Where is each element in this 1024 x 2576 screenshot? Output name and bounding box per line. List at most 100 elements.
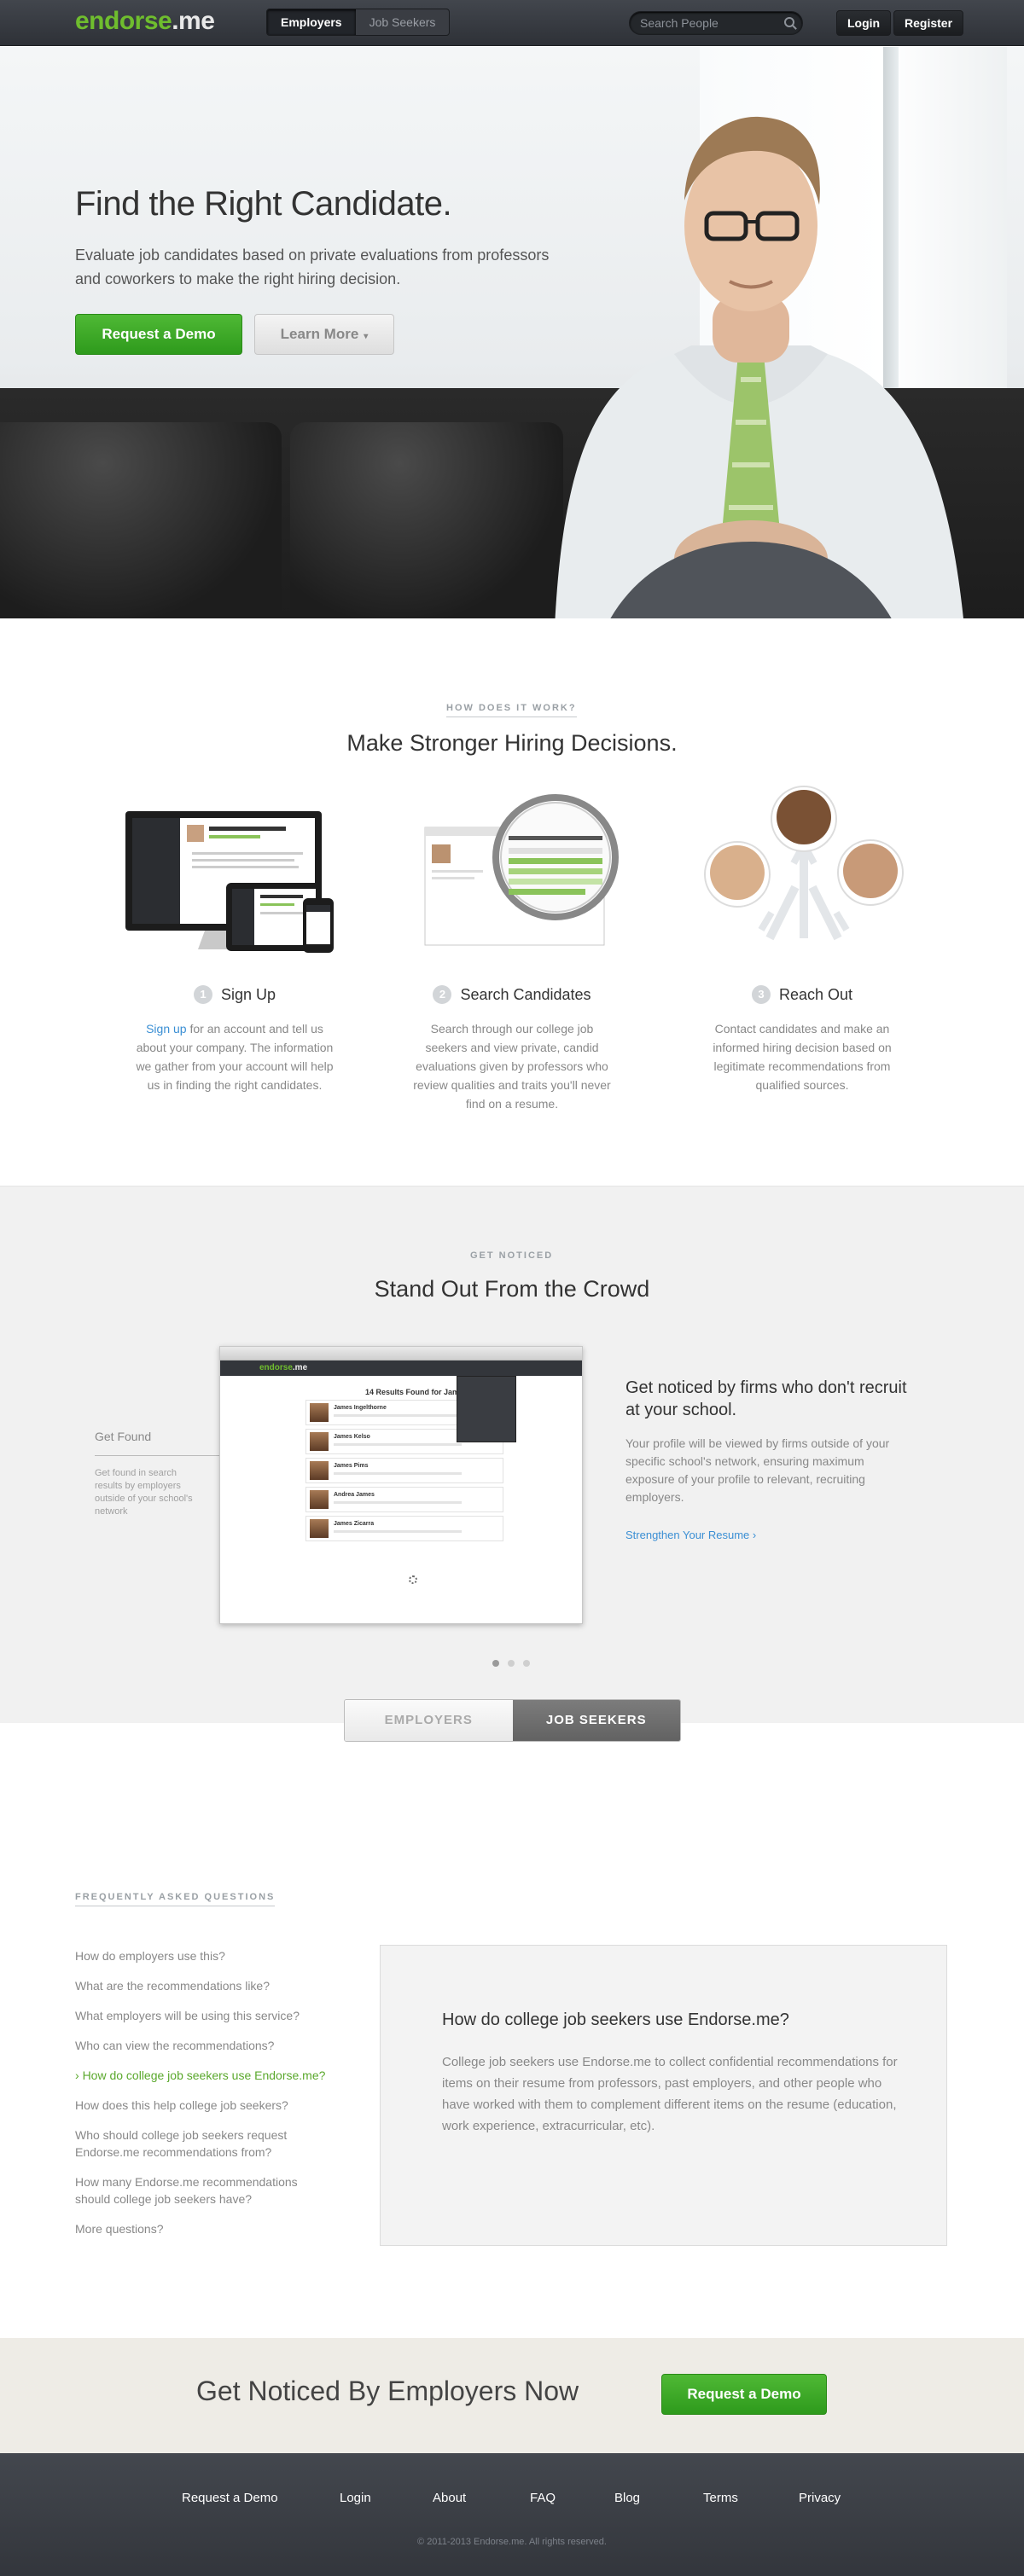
footer-link-login[interactable]: Login [340,2491,371,2505]
learn-more-button[interactable]: Learn More ▾ [254,314,394,355]
footer-link-faq[interactable]: FAQ [530,2491,556,2505]
strengthen-resume-link[interactable]: Strengthen Your Resume › [625,1529,756,1541]
footer-link-request-demo[interactable]: Request a Demo [182,2491,278,2505]
step-title: Reach Out [778,985,853,1003]
step-description: Search through our college job seekers a… [413,1022,611,1111]
tab-job-seekers[interactable]: Job Seekers [356,9,450,35]
result-name: James Pims [334,1463,369,1469]
copyright: © 2011-2013 Endorse.me. All rights reser… [417,2537,607,2547]
result-detail-line [334,1472,462,1475]
step-sign-up: 1 Sign Up Sign up for an account and tell… [132,985,337,1094]
footer-link-privacy[interactable]: Privacy [799,2491,841,2505]
result-detail-line [334,1443,462,1446]
carousel-dot[interactable] [508,1660,515,1667]
avatar [310,1403,329,1422]
mini-logo: endorse.me [259,1363,308,1372]
login-button[interactable]: Login [836,10,892,36]
faq-answer-text: College job seekers use Endorse.me to co… [442,2055,898,2133]
footer-link-terms[interactable]: Terms [703,2491,738,2505]
noticed-side-description: Your profile will be viewed by firms out… [625,1436,890,1504]
sofa-cushion [0,422,282,618]
reach-out-illustration [704,786,904,941]
avatar [310,1432,329,1451]
noticed-title: Stand Out From the Crowd [374,1276,650,1302]
how-kicker: HOW DOES IT WORK? [446,703,577,717]
footer: Request a Demo Login About FAQ Blog Term… [0,2453,1024,2576]
sofa-cushion [290,422,563,618]
hero-person-image [555,116,963,618]
step-number: 2 [433,985,452,1004]
strengthen-resume-label: Strengthen Your Resume [625,1529,750,1541]
step-title: Sign Up [220,985,276,1003]
avatar [310,1519,329,1538]
step-description: Contact candidates and make an informed … [713,1022,892,1092]
how-title: Make Stronger Hiring Decisions. [346,730,678,756]
results-title: 14 Results Found for James [365,1388,468,1396]
avatar [310,1461,329,1480]
result-name: James Kelso [334,1434,370,1440]
result-name: James Ingelthorne [334,1405,387,1411]
get-found-description: Get found in search results by employers… [95,1468,193,1517]
get-found-label: Get Found [95,1430,152,1443]
cta-text: Get Noticed By Employers Now [196,2376,579,2406]
logo[interactable]: endorse.me [75,7,215,36]
footer-link-blog[interactable]: Blog [614,2491,640,2505]
result-row: James Pims [305,1458,503,1483]
browser-titlebar [220,1347,582,1361]
result-detail-line [334,1414,462,1417]
tab-employers[interactable]: Employers [267,9,356,35]
footer-link-about[interactable]: About [433,2491,466,2505]
search-dropdown [457,1376,516,1442]
search-box [629,11,803,35]
hero-section: Find the Right Candidate. Evaluate job c… [0,47,1024,618]
faq-answer-title: How do college job seekers use Endorse.m… [442,2010,789,2029]
faq-question[interactable]: Who should college job seekers request E… [75,2126,331,2161]
sign-up-link[interactable]: Sign up [146,1022,186,1036]
step-number: 1 [193,985,212,1004]
step-reach-out: 3 Reach Out Contact candidates and make a… [700,985,905,1094]
faq-question[interactable]: What are the recommendations like? [75,1977,348,1994]
carousel-dot[interactable] [523,1660,530,1667]
register-button[interactable]: Register [893,10,964,36]
result-detail-line [334,1501,462,1504]
carousel-dot[interactable] [492,1660,499,1667]
step-number: 3 [751,985,771,1004]
request-demo-button[interactable]: Request a Demo [75,314,242,355]
faq-answer-panel: How do college job seekers use Endorse.m… [380,1945,947,2246]
toggle-job-seekers[interactable]: JOB SEEKERS [512,1700,680,1741]
faq-question-active[interactable]: › How do college job seekers use Endorse… [75,2067,348,2084]
learn-more-label: Learn More [280,326,359,342]
step-title: Search Candidates [460,985,591,1003]
result-row: Andrea James [305,1487,503,1512]
toggle-employers[interactable]: EMPLOYERS [345,1700,513,1741]
result-row: James Zicarra [305,1516,503,1541]
faq-question[interactable]: Who can view the recommendations? [75,2037,348,2054]
carousel-dots [492,1660,530,1667]
noticed-side-title: Get noticed by firms who don't recruit a… [625,1378,907,1419]
faq-question[interactable]: How does this help college job seekers? [75,2097,348,2114]
chevron-down-icon: ▾ [364,332,369,341]
search-input[interactable] [640,16,777,30]
audience-switch: Employers Job Seekers [266,9,451,36]
top-navbar: endorse.me Employers Job Seekers Login R… [0,0,1024,46]
search-results-screenshot: endorse.me 14 Results Found for James Ja… [219,1346,583,1624]
faq-question-label: How do college job seekers use Endorse.m… [82,2068,326,2082]
search-icon[interactable] [784,17,794,27]
cta-request-demo-button[interactable]: Request a Demo [661,2374,827,2415]
mini-navbar: endorse.me [220,1361,582,1376]
faq-question[interactable]: How many Endorse.me recommendations shou… [75,2173,331,2208]
audience-toggle: EMPLOYERS JOB SEEKERS [344,1699,681,1742]
faq-kicker: FREQUENTLY ASKED QUESTIONS [75,1892,276,1906]
result-name: James Zicarra [334,1521,375,1527]
hero-title: Find the Right Candidate. [75,185,452,223]
step-description: Sign up for an account and tell us about… [132,1019,337,1094]
hero-subtitle: Evaluate job candidates based on private… [75,247,550,287]
devices-illustration [125,811,334,953]
faq-question[interactable]: What employers will be using this servic… [75,2007,348,2024]
step-search-candidates: 2 Search Candidates Search through our co… [410,985,614,1113]
search-candidates-illustration [424,794,619,946]
result-name: Andrea James [334,1492,375,1498]
faq-question[interactable]: More questions? [75,2220,348,2237]
cta-band: Get Noticed By Employers Now Request a D… [0,2338,1024,2453]
faq-question[interactable]: How do employers use this? [75,1947,348,1964]
